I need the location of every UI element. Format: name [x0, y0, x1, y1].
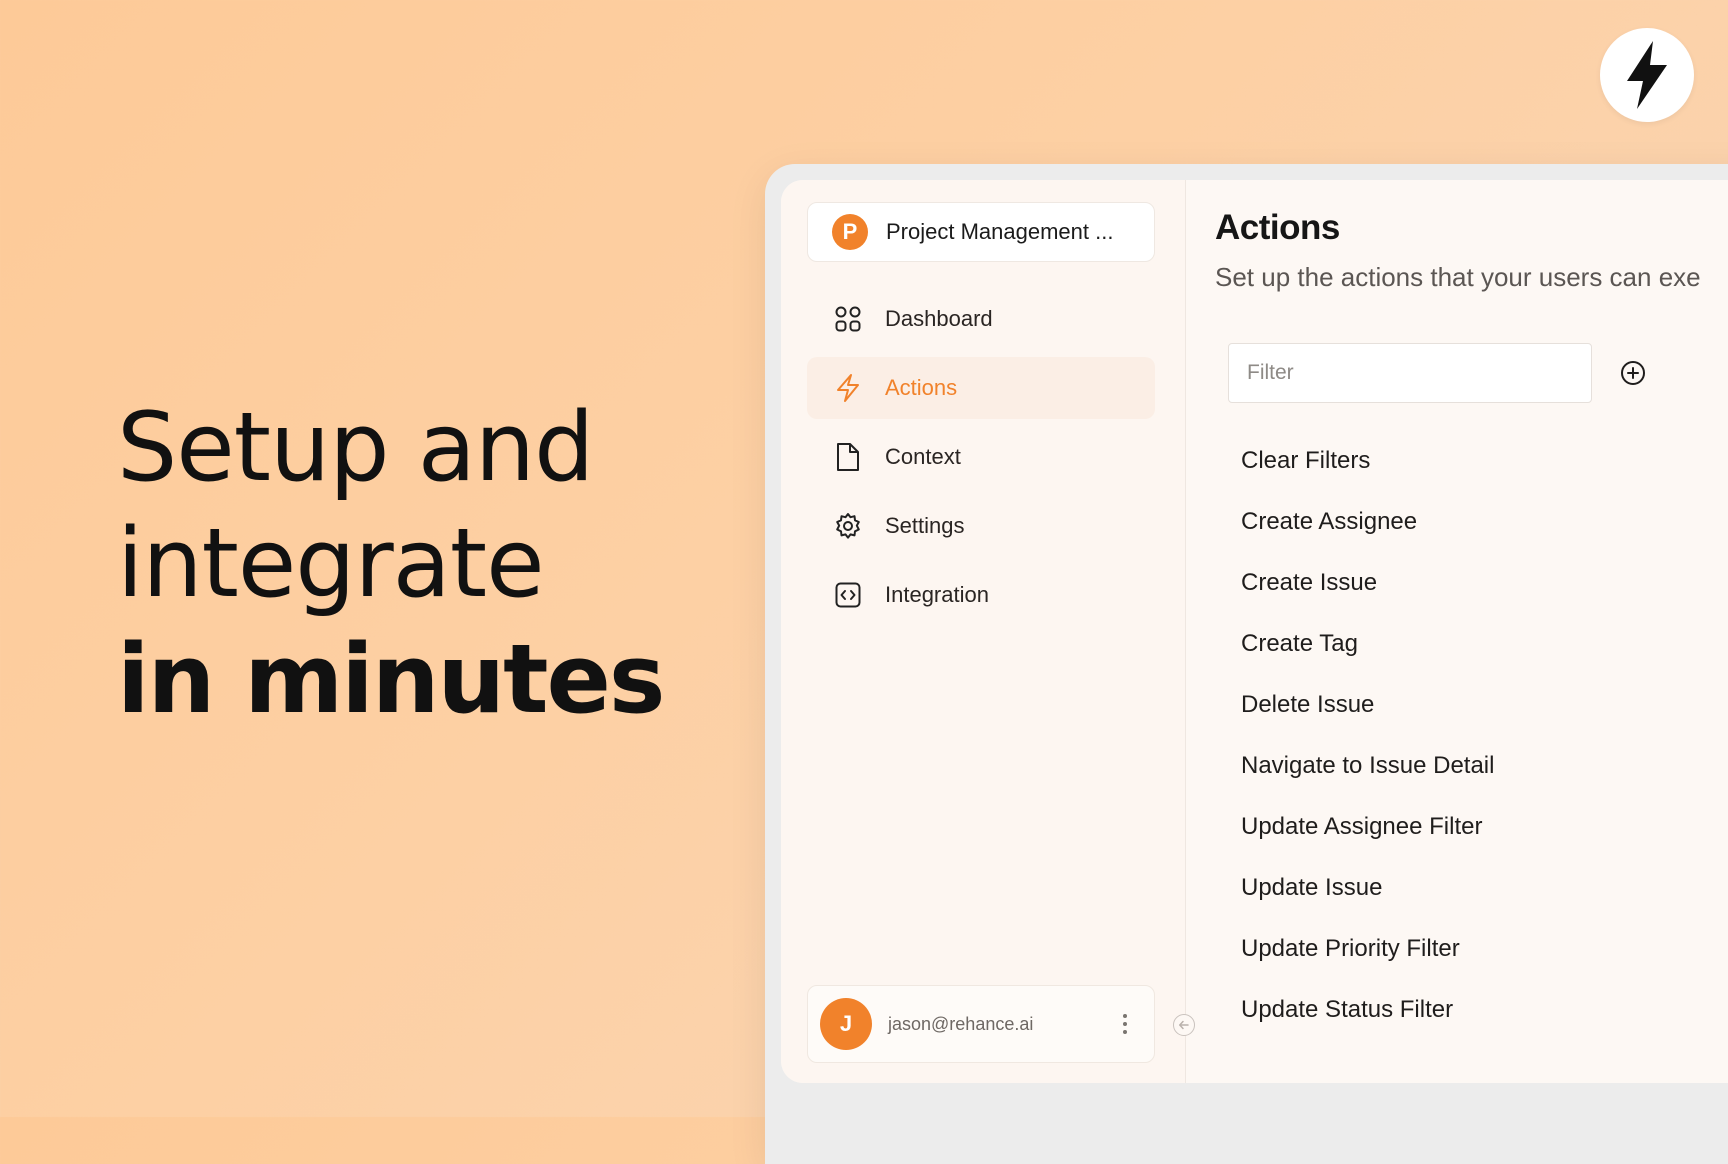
page-title: Actions — [1215, 208, 1340, 247]
sidebar-item-label: Dashboard — [885, 306, 993, 331]
sidebar: P Project Management ... Dashboard Actio… — [781, 180, 1186, 1083]
lightning-icon — [833, 373, 863, 403]
brand-logo — [1600, 28, 1694, 122]
action-item-delete-issue[interactable]: Delete Issue — [1185, 674, 1494, 735]
action-item-create-issue[interactable]: Create Issue — [1185, 552, 1494, 613]
action-item-update-status-filter[interactable]: Update Status Filter — [1185, 979, 1494, 1040]
more-options-icon[interactable] — [1110, 1012, 1140, 1036]
dashboard-grid-icon — [833, 304, 863, 334]
sidebar-item-label: Settings — [885, 513, 965, 538]
sidebar-item-settings[interactable]: Settings — [807, 495, 1155, 557]
user-email: jason@rehance.ai — [888, 1013, 1034, 1034]
hero-headline: Setup and integrate in minutes — [117, 390, 665, 738]
action-item-update-priority-filter[interactable]: Update Priority Filter — [1185, 918, 1494, 979]
lightning-bolt-icon — [1627, 41, 1667, 109]
action-item-update-assignee-filter[interactable]: Update Assignee Filter — [1185, 796, 1494, 857]
action-item-create-assignee[interactable]: Create Assignee — [1185, 491, 1494, 552]
sidebar-item-context[interactable]: Context — [807, 426, 1155, 488]
sidebar-item-dashboard[interactable]: Dashboard — [807, 288, 1155, 350]
filter-input[interactable] — [1228, 343, 1592, 403]
sidebar-item-label: Context — [885, 444, 961, 469]
sidebar-item-integration[interactable]: Integration — [807, 564, 1155, 626]
main-content: Actions Set up the actions that your use… — [1185, 180, 1728, 1083]
add-action-button[interactable] — [1620, 360, 1646, 386]
sidebar-nav: Dashboard Actions Context Settings Integ… — [807, 288, 1155, 633]
sidebar-item-label: Integration — [885, 582, 989, 607]
action-item-update-issue[interactable]: Update Issue — [1185, 857, 1494, 918]
app-window: P Project Management ... Dashboard Actio… — [781, 180, 1728, 1083]
plus-circle-icon — [1621, 361, 1645, 385]
project-name: Project Management ... — [886, 219, 1114, 244]
project-switcher[interactable]: P Project Management ... — [807, 202, 1155, 262]
page-subtitle: Set up the actions that your users can e… — [1215, 262, 1701, 292]
actions-list: Clear Filters Create Assignee Create Iss… — [1185, 430, 1494, 1040]
sidebar-item-label: Actions — [885, 375, 958, 400]
document-icon — [833, 442, 863, 472]
action-item-navigate-issue-detail[interactable]: Navigate to Issue Detail — [1185, 735, 1494, 796]
sidebar-item-actions[interactable]: Actions — [807, 357, 1155, 419]
action-item-create-tag[interactable]: Create Tag — [1185, 613, 1494, 674]
headline-line-1: Setup and — [117, 393, 594, 503]
user-profile-card[interactable]: J jason@rehance.ai — [807, 985, 1155, 1063]
gear-icon — [833, 511, 863, 541]
headline-line-2: integrate — [117, 509, 545, 619]
project-avatar: P — [832, 214, 868, 250]
code-brackets-icon — [833, 580, 863, 610]
headline-line-3: in minutes — [117, 625, 665, 735]
action-item-clear-filters[interactable]: Clear Filters — [1185, 430, 1494, 491]
user-avatar: J — [820, 998, 872, 1050]
